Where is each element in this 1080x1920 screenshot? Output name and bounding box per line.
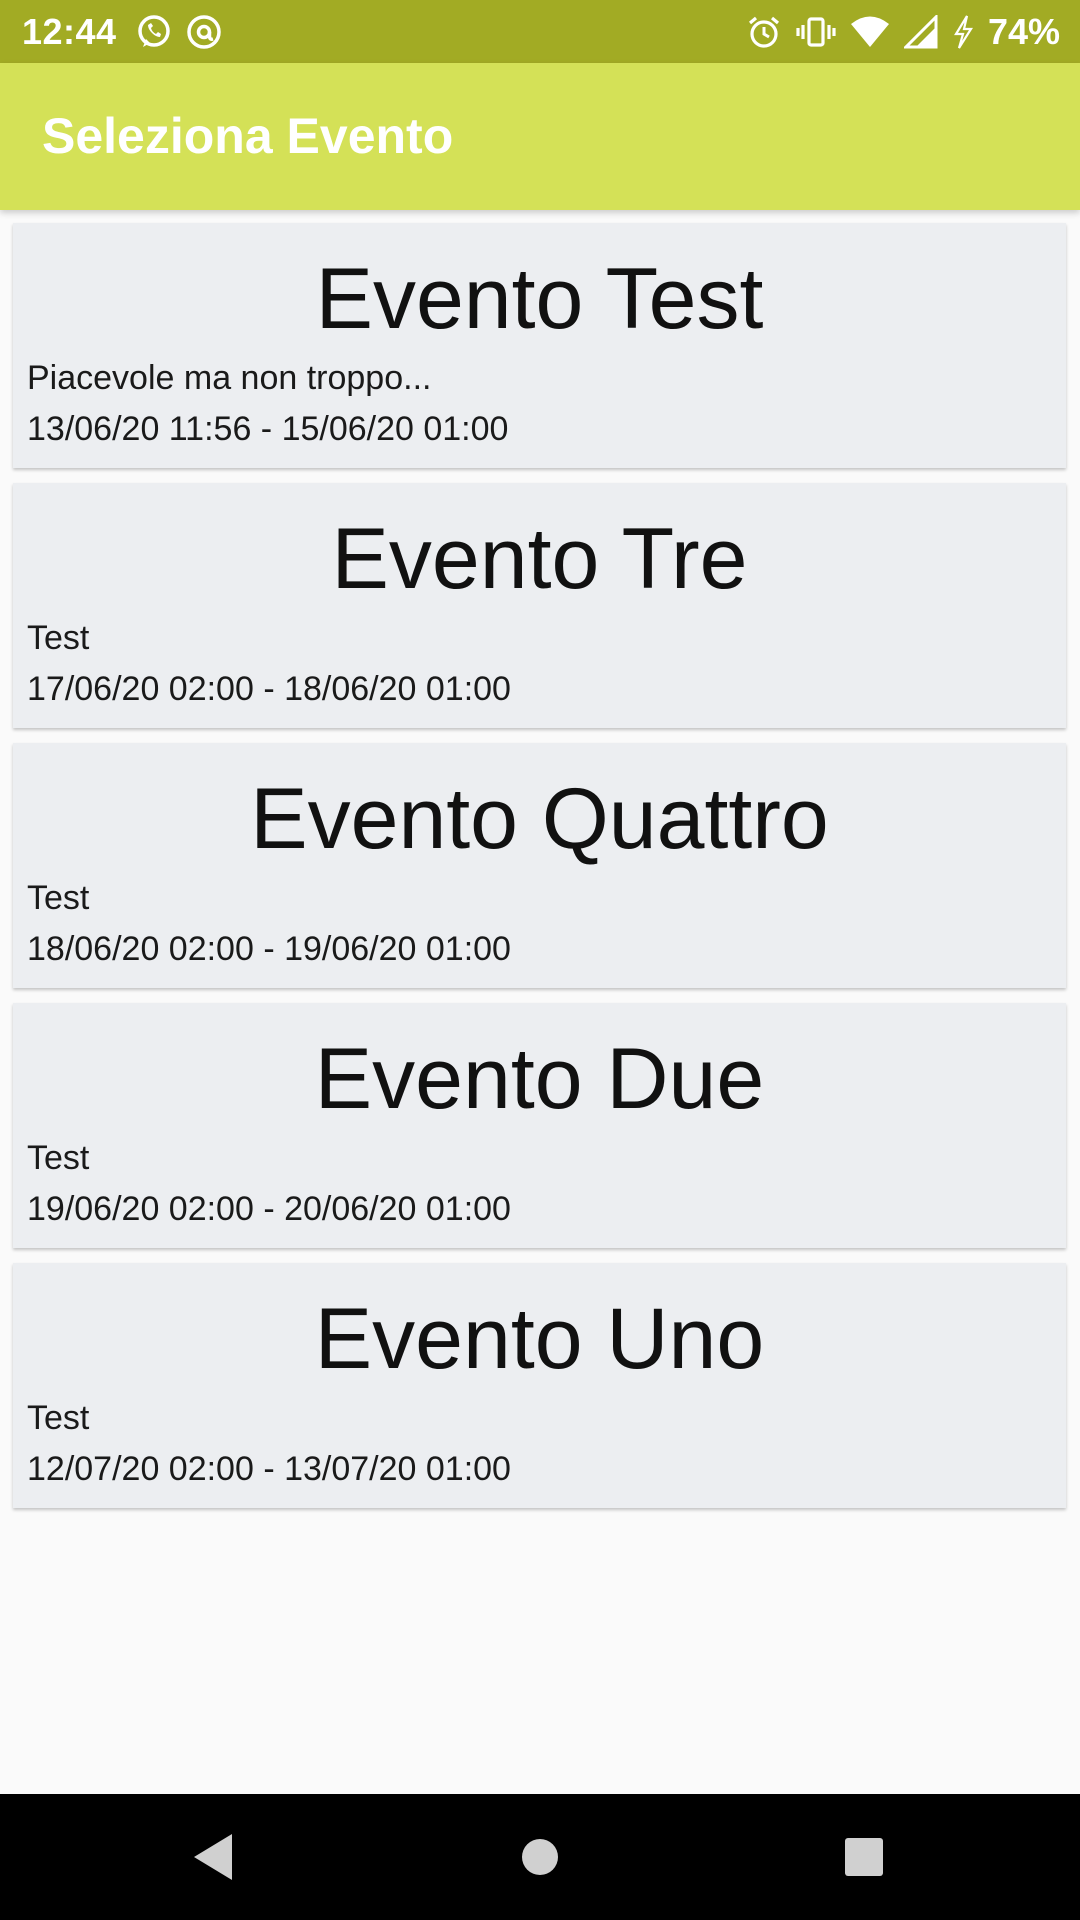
wifi-icon xyxy=(850,15,890,49)
event-dates: 17/06/20 02:00 - 18/06/20 01:00 xyxy=(27,670,511,708)
status-time: 12:44 xyxy=(22,10,117,52)
event-title: Evento Test xyxy=(315,251,764,347)
event-card[interactable]: Evento Quattro Test 18/06/20 02:00 - 19/… xyxy=(13,743,1066,988)
event-dates: 18/06/20 02:00 - 19/06/20 01:00 xyxy=(27,930,511,968)
event-card[interactable]: Evento Test Piacevole ma non troppo... 1… xyxy=(13,223,1066,468)
recents-button[interactable] xyxy=(829,1822,899,1892)
alarm-icon xyxy=(746,14,782,50)
event-card[interactable]: Evento Due Test 19/06/20 02:00 - 20/06/2… xyxy=(13,1003,1066,1248)
event-card[interactable]: Evento Tre Test 17/06/20 02:00 - 18/06/2… xyxy=(13,483,1066,728)
page-title: Seleziona Evento xyxy=(42,108,454,164)
charging-icon xyxy=(952,14,974,49)
back-button[interactable] xyxy=(178,1822,248,1892)
signal-icon xyxy=(903,14,938,49)
event-dates: 12/07/20 02:00 - 13/07/20 01:00 xyxy=(27,1450,511,1488)
event-dates: 13/06/20 11:56 - 15/06/20 01:00 xyxy=(27,410,509,448)
battery-percentage: 74% xyxy=(987,10,1060,52)
vibrate-icon xyxy=(796,14,836,50)
navigation-bar xyxy=(0,1794,1080,1920)
at-sign-icon xyxy=(185,13,223,51)
event-card[interactable]: Evento Uno Test 12/07/20 02:00 - 13/07/2… xyxy=(13,1263,1066,1508)
status-left: 12:44 xyxy=(22,0,235,63)
event-title: Evento Quattro xyxy=(250,771,829,867)
event-title: Evento Due xyxy=(314,1031,765,1127)
status-bar: 12:44 74% xyxy=(0,0,1080,63)
recents-icon xyxy=(845,1838,883,1876)
whatsapp-icon xyxy=(135,13,173,51)
app-bar: Seleziona Evento xyxy=(0,63,1080,210)
event-description: Test xyxy=(27,1399,90,1437)
event-description: Test xyxy=(27,619,90,657)
status-right: 74% xyxy=(746,0,1060,63)
event-description: Test xyxy=(27,879,90,917)
event-description: Test xyxy=(27,1139,90,1177)
event-description: Piacevole ma non troppo... xyxy=(27,359,432,397)
event-title: Evento Tre xyxy=(331,511,748,607)
event-dates: 19/06/20 02:00 - 20/06/20 01:00 xyxy=(27,1190,511,1228)
event-title: Evento Uno xyxy=(314,1291,765,1387)
back-icon xyxy=(194,1834,232,1880)
home-button[interactable] xyxy=(505,1822,575,1892)
home-icon xyxy=(522,1839,558,1875)
